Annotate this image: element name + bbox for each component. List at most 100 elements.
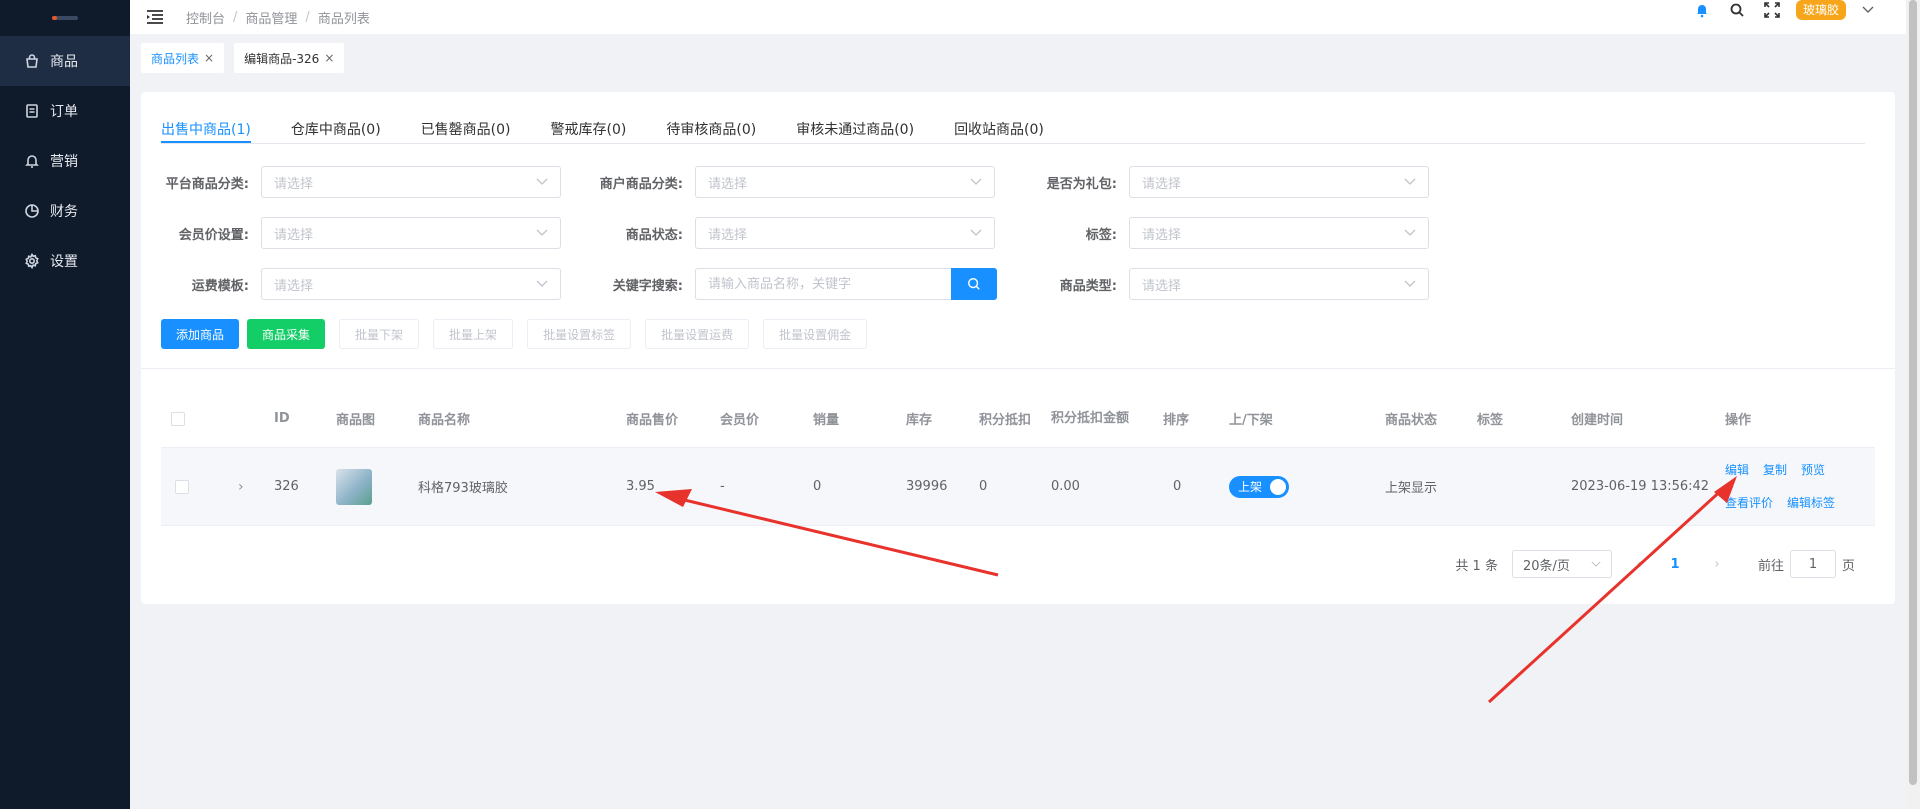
fullscreen-icon[interactable] <box>1764 2 1780 18</box>
page-size-select[interactable]: 20条/页 <box>1511 550 1612 578</box>
cell-stock: 39996 <box>906 479 948 494</box>
breadcrumb-item[interactable]: 商品管理 <box>245 8 297 27</box>
add-goods-button[interactable]: 添加商品 <box>161 319 240 349</box>
edit-link[interactable]: 编辑 <box>1725 463 1749 477</box>
view-reviews-link[interactable]: 查看评价 <box>1725 496 1773 510</box>
sidebar-item-orders[interactable]: 订单 <box>0 86 130 136</box>
expand-chevron-icon[interactable]: › <box>238 448 244 525</box>
main-area: 控制台 / 商品管理 / 商品列表 玻璃胶 商品列表 × 编辑商品-326 × … <box>130 0 1920 809</box>
tab-pending-review[interactable]: 待审核商品(0) <box>666 120 756 143</box>
shipping-select[interactable]: 请选择 <box>261 268 561 300</box>
tab-on-sale[interactable]: 出售中商品(1) <box>161 120 251 143</box>
chevron-down-icon <box>536 178 548 185</box>
tag-label: 编辑商品-326 <box>244 51 320 66</box>
product-thumbnail[interactable] <box>336 468 372 505</box>
page-number[interactable]: 1 <box>1660 557 1690 572</box>
edit-tags-link[interactable]: 编辑标签 <box>1787 496 1835 510</box>
sidebar-item-marketing[interactable]: 营销 <box>0 136 130 186</box>
keyword-input[interactable] <box>695 268 951 300</box>
row-checkbox[interactable] <box>175 479 189 494</box>
header-sales: 销量 <box>813 413 840 428</box>
header-ops: 操作 <box>1725 413 1752 428</box>
cell-id: 326 <box>274 479 299 494</box>
keyword-search <box>695 268 997 300</box>
cell-sales: 0 <box>813 479 822 494</box>
goto-prefix: 前往 <box>1757 558 1784 574</box>
preview-link[interactable]: 预览 <box>1801 463 1825 477</box>
platform-category-select[interactable]: 请选择 <box>261 166 561 198</box>
sidebar-item-label: 订单 <box>50 104 78 120</box>
tab-recycle-bin[interactable]: 回收站商品(0) <box>954 120 1044 143</box>
shipping-label: 运费模板: <box>191 278 249 294</box>
select-all-checkbox[interactable] <box>171 411 185 426</box>
chevron-down-icon <box>536 280 548 287</box>
tab-warehouse[interactable]: 仓库中商品(0) <box>291 120 381 143</box>
cell-created: 2023-06-19 13:56:42 <box>1571 479 1710 494</box>
search-icon[interactable] <box>1729 2 1745 18</box>
merchant-category-select[interactable]: 请选择 <box>695 166 995 198</box>
sidebar: 商品 订单 营销 财务 设置 <box>0 0 130 809</box>
header-status: 商品状态 <box>1385 413 1438 428</box>
batch-off-shelf-button[interactable]: 批量下架 <box>339 319 420 349</box>
header-points-amount: 积分抵扣金额 <box>1051 410 1130 426</box>
cell-status: 上架显示 <box>1385 481 1438 496</box>
table-header: ID 商品图 商品名称 商品售价 会员价 销量 库存 积分抵扣 积分抵扣金额 排… <box>161 390 1875 448</box>
search-button[interactable] <box>951 268 997 300</box>
tag-goods-list[interactable]: 商品列表 × <box>141 43 225 73</box>
header-id: ID <box>274 411 290 426</box>
member-price-select[interactable]: 请选择 <box>261 217 561 249</box>
cell-name: 科格793玻璃胶 <box>418 481 508 496</box>
batch-on-shelf-button[interactable]: 批量上架 <box>433 319 514 349</box>
filter-row-1: 平台商品分类: 请选择 商户商品分类: 请选择 是否为礼包: 请选择 <box>161 166 1463 198</box>
shelf-toggle-label: 上架 <box>1238 479 1263 494</box>
tag-edit-goods[interactable]: 编辑商品-326 × <box>234 43 345 73</box>
header-tags: 标签 <box>1477 413 1504 428</box>
header-points: 积分抵扣 <box>979 413 1032 428</box>
copy-link[interactable]: 复制 <box>1763 463 1787 477</box>
cell-member-price: - <box>720 479 725 494</box>
goods-type-select[interactable]: 请选择 <box>1129 268 1429 300</box>
gear-icon <box>24 253 40 269</box>
tags-view: 商品列表 × 编辑商品-326 × <box>130 34 1920 82</box>
tab-low-stock[interactable]: 警戒库存(0) <box>551 120 627 143</box>
merchant-category-label: 商户商品分类: <box>599 176 683 192</box>
close-icon[interactable]: × <box>204 51 214 65</box>
close-icon[interactable]: × <box>324 51 334 65</box>
goto-page-input[interactable] <box>1789 550 1836 578</box>
sidebar-item-settings[interactable]: 设置 <box>0 236 130 286</box>
platform-category-label: 平台商品分类: <box>165 176 249 192</box>
collect-goods-button[interactable]: 商品采集 <box>247 319 326 349</box>
status-select[interactable]: 请选择 <box>695 217 995 249</box>
pagination-total: 共 1 条 <box>1455 558 1498 574</box>
shelf-toggle[interactable]: 上架 <box>1229 475 1289 498</box>
tab-review-failed[interactable]: 审核未通过商品(0) <box>796 120 914 143</box>
chevron-down-icon[interactable] <box>1862 6 1874 14</box>
chevron-down-icon <box>970 229 982 236</box>
bag-icon <box>24 53 40 69</box>
notification-bell-icon[interactable] <box>1694 2 1710 18</box>
is-gift-label: 是否为礼包: <box>1046 176 1117 192</box>
scrollbar[interactable] <box>1906 0 1920 809</box>
chevron-down-icon <box>1404 229 1416 236</box>
row-actions: 编辑 复制 预览 查看评价 编辑标签 <box>1725 448 1849 525</box>
batch-set-tag-button[interactable]: 批量设置标签 <box>527 319 632 349</box>
tag-select[interactable]: 请选择 <box>1129 217 1429 249</box>
menu-collapse-icon[interactable] <box>146 9 164 25</box>
prev-page-icon[interactable]: ‹ <box>1624 557 1654 572</box>
breadcrumb-item[interactable]: 控制台 <box>186 8 225 27</box>
sidebar-item-goods[interactable]: 商品 <box>0 36 130 86</box>
user-avatar[interactable]: 玻璃胶 <box>1795 0 1846 20</box>
sidebar-item-label: 营销 <box>50 154 78 170</box>
next-page-icon[interactable]: › <box>1702 557 1732 572</box>
header-image: 商品图 <box>336 413 376 428</box>
is-gift-select[interactable]: 请选择 <box>1129 166 1429 198</box>
batch-set-shipping-button[interactable]: 批量设置运费 <box>645 319 750 349</box>
topbar-actions: 玻璃胶 <box>1675 0 1874 20</box>
sidebar-item-finance[interactable]: 财务 <box>0 186 130 236</box>
sidebar-item-label: 设置 <box>50 254 78 270</box>
batch-set-commission-button[interactable]: 批量设置佣金 <box>763 319 868 349</box>
divider <box>141 368 1895 369</box>
chevron-down-icon <box>970 178 982 185</box>
tab-sold-out[interactable]: 已售罄商品(0) <box>421 120 511 143</box>
filter-row-3: 运费模板: 请选择 关键字搜索: 商品类型: 请选择 <box>161 268 1463 300</box>
